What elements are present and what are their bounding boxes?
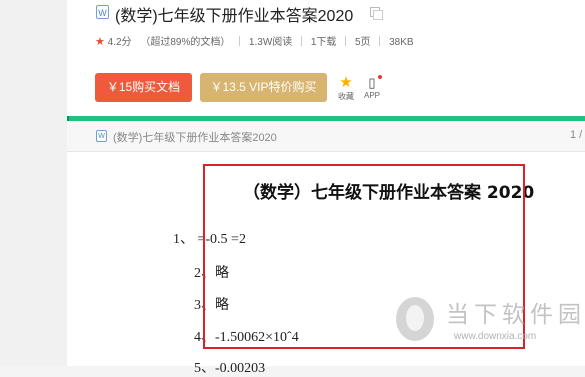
rating-beat: （超过89%的文档） xyxy=(140,37,231,48)
favorite-button[interactable]: ★ 收藏 xyxy=(334,75,358,102)
star-icon: ★ xyxy=(95,36,105,48)
doc-meta: ★ 4.2分 （超过89%的文档） 1.3W阅读 1下载 5页 38KB xyxy=(95,33,414,48)
watermark-url: www.downxia.com xyxy=(454,331,537,342)
answer-line: 5、-0.00203 xyxy=(194,361,266,376)
doc-title: (数学)七年级下册作业本答案2020 xyxy=(115,8,354,25)
vip-buy-button[interactable]: ￥13.5 VIP特价购买 xyxy=(200,73,327,102)
read-count: 1.3W阅读 xyxy=(248,37,293,48)
viewer-header-title: (数学)七年级下册作业本答案2020 xyxy=(113,132,277,144)
app-button[interactable]: ▯ APP xyxy=(360,75,384,100)
word-doc-icon: W xyxy=(96,130,107,142)
download-count: 1下载 xyxy=(310,37,337,48)
watermark: 当下软件园 www.downxia.com xyxy=(396,295,585,355)
notification-dot xyxy=(378,75,382,79)
copy-icon[interactable] xyxy=(370,7,383,20)
watermark-text: 当下软件园 xyxy=(446,302,585,328)
page-count: 5页 xyxy=(354,37,371,48)
page-number: 1 / xyxy=(570,129,583,141)
favorite-label: 收藏 xyxy=(338,92,354,101)
left-gutter xyxy=(0,0,67,366)
divider xyxy=(239,36,241,46)
divider xyxy=(345,36,347,46)
watermark-logo-icon xyxy=(396,297,434,341)
divider xyxy=(379,36,381,46)
app-label: APP xyxy=(363,91,380,100)
word-doc-icon: W xyxy=(96,5,109,19)
buy-document-button[interactable]: ￥15购买文档 xyxy=(95,73,192,102)
divider xyxy=(301,36,303,46)
rating: 4.2分 xyxy=(107,37,132,48)
star-icon: ★ xyxy=(339,74,353,91)
file-size: 38KB xyxy=(389,37,414,48)
